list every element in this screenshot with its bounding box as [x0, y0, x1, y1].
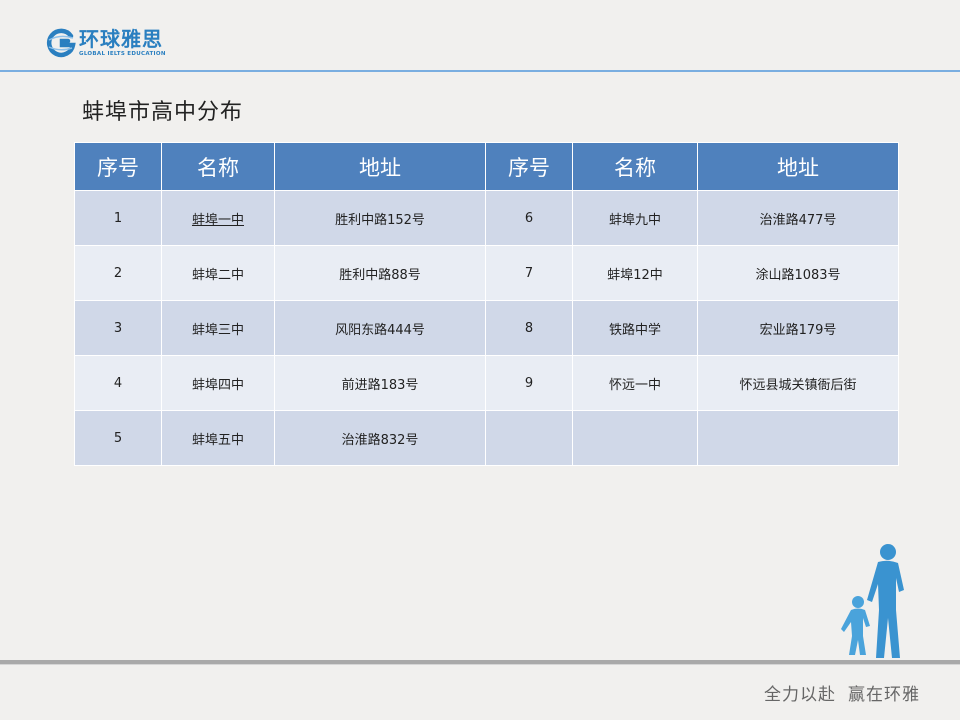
col-header-address: 地址 [274, 142, 486, 191]
col-header-index: 序号 [485, 142, 573, 191]
cell-index: 3 [74, 300, 162, 356]
cell-address: 怀远县城关镇衙后街 [697, 355, 899, 411]
cell-index: 1 [74, 190, 162, 246]
cell-index: 8 [485, 300, 573, 356]
cell-name: 蚌埠一中 [161, 190, 275, 246]
brand-logo[interactable]: 环球雅思 GLOBAL IELTS EDUCATION [46, 28, 166, 58]
adult-and-child-silhouette-icon [841, 544, 904, 658]
footer-divider-thin [0, 664, 960, 665]
cell-name: 蚌埠二中 [161, 245, 275, 301]
cell-name: 蚌埠四中 [161, 355, 275, 411]
header-divider [0, 70, 960, 72]
globe-g-logo-icon [46, 28, 76, 58]
col-header-name: 名称 [572, 142, 698, 191]
cell-name: 蚌埠12中 [572, 245, 698, 301]
school-link[interactable]: 蚌埠一中 [192, 213, 244, 228]
cell-name: 蚌埠三中 [161, 300, 275, 356]
cell-address: 涂山路1083号 [697, 245, 899, 301]
table-row: 2 蚌埠二中 胜利中路88号 7 蚌埠12中 涂山路1083号 [74, 245, 899, 301]
cell-index [485, 410, 573, 466]
slogan-part-2: 赢在环雅 [848, 685, 920, 705]
cell-index: 7 [485, 245, 573, 301]
brand-name-cn: 环球雅思 [79, 27, 163, 51]
cell-address [697, 410, 899, 466]
cell-address: 胜利中路88号 [274, 245, 486, 301]
slogan-part-1: 全力以赴 [764, 685, 836, 705]
col-header-address: 地址 [697, 142, 899, 191]
footer-slogan: 全力以赴 赢在环雅 [764, 680, 920, 705]
cell-address: 风阳东路444号 [274, 300, 486, 356]
header: 环球雅思 GLOBAL IELTS EDUCATION [0, 0, 960, 74]
col-header-name: 名称 [161, 142, 275, 191]
col-header-index: 序号 [74, 142, 162, 191]
cell-name: 蚌埠五中 [161, 410, 275, 466]
cell-index: 2 [74, 245, 162, 301]
cell-address: 前进路183号 [274, 355, 486, 411]
cell-index: 5 [74, 410, 162, 466]
brand-name-en: GLOBAL IELTS EDUCATION [79, 51, 166, 57]
table-header-row: 序号 名称 地址 序号 名称 地址 [74, 142, 899, 191]
school-table: 序号 名称 地址 序号 名称 地址 1 蚌埠一中 胜利中路152号 6 蚌埠九中… [74, 142, 899, 466]
cell-index: 4 [74, 355, 162, 411]
table-row: 4 蚌埠四中 前进路183号 9 怀远一中 怀远县城关镇衙后街 [74, 355, 899, 411]
table-row: 1 蚌埠一中 胜利中路152号 6 蚌埠九中 治淮路477号 [74, 190, 899, 246]
cell-index: 6 [485, 190, 573, 246]
cell-index: 9 [485, 355, 573, 411]
table-row: 5 蚌埠五中 治淮路832号 [74, 410, 899, 466]
cell-address: 宏业路179号 [697, 300, 899, 356]
cell-address: 治淮路477号 [697, 190, 899, 246]
cell-address: 治淮路832号 [274, 410, 486, 466]
cell-address: 胜利中路152号 [274, 190, 486, 246]
page-title: 蚌埠市高中分布 [82, 100, 244, 125]
cell-name [572, 410, 698, 466]
cell-name: 怀远一中 [572, 355, 698, 411]
cell-name: 铁路中学 [572, 300, 698, 356]
cell-name: 蚌埠九中 [572, 190, 698, 246]
table-row: 3 蚌埠三中 风阳东路444号 8 铁路中学 宏业路179号 [74, 300, 899, 356]
